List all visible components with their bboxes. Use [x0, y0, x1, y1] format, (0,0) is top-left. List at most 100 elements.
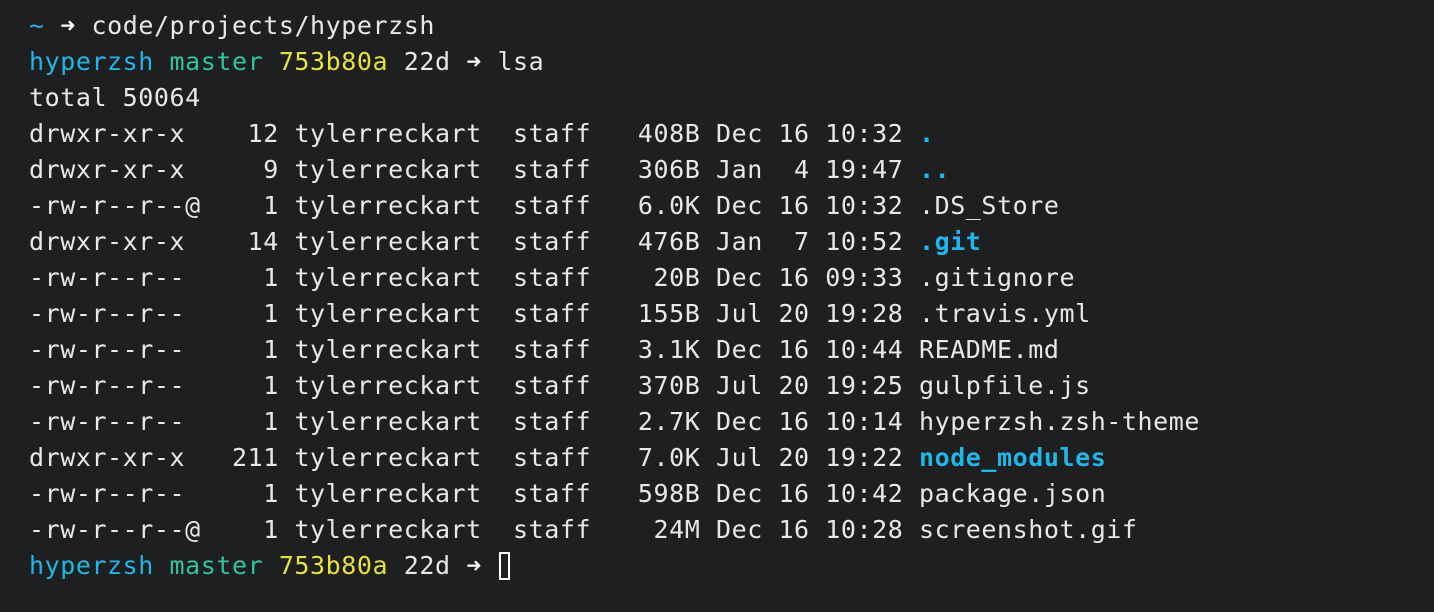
file-group: staff [513, 119, 592, 148]
file-size: 370B [622, 371, 701, 400]
file-size: 3.1K [622, 335, 701, 364]
listing-row: drwxr-xr-x 9 tylerreckart staff 306B Jan… [29, 152, 1434, 188]
text-cursor[interactable] [499, 552, 511, 580]
file-date: Dec 16 10:32 [716, 119, 904, 148]
file-name: README.md [918, 335, 1060, 364]
file-group: staff [513, 479, 592, 508]
file-link-count: 211 [231, 443, 279, 472]
file-permissions: drwxr-xr-x [29, 119, 201, 148]
file-name: .gitignore [918, 263, 1076, 292]
file-group: staff [513, 299, 592, 328]
file-owner: tylerreckart [294, 335, 482, 364]
file-group: staff [513, 191, 592, 220]
listing-row: -rw-r--r-- 1 tylerreckart staff 2.7K Dec… [29, 404, 1434, 440]
file-owner: tylerreckart [294, 227, 482, 256]
file-link-count: 1 [231, 299, 279, 328]
file-link-count: 1 [231, 191, 279, 220]
file-size: 20B [622, 263, 701, 292]
prompt-branch: master [169, 47, 264, 76]
file-owner: tylerreckart [294, 155, 482, 184]
listing-row: -rw-r--r-- 1 tylerreckart staff 370B Jul… [29, 368, 1434, 404]
file-name: . [918, 119, 935, 148]
file-owner: tylerreckart [294, 191, 482, 220]
file-size: 598B [622, 479, 701, 508]
file-owner: tylerreckart [294, 263, 482, 292]
listing-row: drwxr-xr-x 14 tylerreckart staff 476B Ja… [29, 224, 1434, 260]
command-prompt-line: hyperzsh master 753b80a 22d ➜ lsa [29, 44, 1434, 80]
listing-row: -rw-r--r--@ 1 tylerreckart staff 24M Dec… [29, 512, 1434, 548]
file-listing: drwxr-xr-x 12 tylerreckart staff 408B De… [29, 116, 1434, 548]
prompt-commit-hash: 753b80a [278, 47, 389, 76]
file-link-count: 1 [231, 515, 279, 544]
prompt-branch: master [169, 551, 264, 580]
listing-row: -rw-r--r-- 1 tylerreckart staff 3.1K Dec… [29, 332, 1434, 368]
file-date: Dec 16 10:44 [716, 335, 904, 364]
file-permissions: drwxr-xr-x [29, 227, 201, 256]
file-permissions: -rw-r--r-- [29, 407, 201, 436]
file-name: .travis.yml [918, 299, 1091, 328]
prompt-arrow-icon: ➜ [466, 47, 482, 76]
listing-row: drwxr-xr-x 12 tylerreckart staff 408B De… [29, 116, 1434, 152]
file-group: staff [513, 515, 592, 544]
file-group: staff [513, 407, 592, 436]
file-group: staff [513, 227, 592, 256]
file-date: Dec 16 10:32 [716, 191, 904, 220]
file-owner: tylerreckart [294, 479, 482, 508]
file-name: .. [918, 155, 951, 184]
file-permissions: -rw-r--r-- [29, 335, 201, 364]
file-permissions: -rw-r--r-- [29, 299, 201, 328]
file-group: staff [513, 155, 592, 184]
file-date: Jul 20 19:25 [716, 371, 904, 400]
file-date: Dec 16 10:14 [716, 407, 904, 436]
file-link-count: 1 [231, 335, 279, 364]
prompt-commit-hash: 753b80a [278, 551, 389, 580]
file-group: staff [513, 371, 592, 400]
prompt-repo: hyperzsh [29, 551, 154, 580]
file-owner: tylerreckart [294, 515, 482, 544]
home-tilde: ~ [29, 11, 45, 40]
file-permissions: -rw-r--r--@ [29, 515, 201, 544]
prompt-arrow-icon: ➜ [60, 11, 76, 40]
file-size: 155B [622, 299, 701, 328]
file-size: 408B [622, 119, 701, 148]
total-line: total 50064 [29, 83, 201, 112]
file-size: 2.7K [622, 407, 701, 436]
path-line: ~ ➜ code/projects/hyperzsh [29, 8, 1434, 44]
file-permissions: -rw-r--r--@ [29, 191, 201, 220]
file-link-count: 1 [231, 371, 279, 400]
file-permissions: drwxr-xr-x [29, 443, 201, 472]
file-owner: tylerreckart [294, 119, 482, 148]
file-link-count: 9 [231, 155, 279, 184]
listing-row: -rw-r--r-- 1 tylerreckart staff 155B Jul… [29, 296, 1434, 332]
file-permissions: -rw-r--r-- [29, 371, 201, 400]
prompt-commit-age: 22d [403, 551, 451, 580]
file-date: Jan 4 19:47 [716, 155, 904, 184]
file-name: .git [918, 227, 982, 256]
file-permissions: drwxr-xr-x [29, 155, 201, 184]
final-prompt-line[interactable]: hyperzsh master 753b80a 22d ➜ [29, 548, 1434, 584]
file-date: Dec 16 09:33 [716, 263, 904, 292]
file-size: 306B [622, 155, 701, 184]
file-size: 24M [622, 515, 701, 544]
terminal-window[interactable]: ~ ➜ code/projects/hyperzsh hyperzsh mast… [0, 0, 1434, 612]
listing-row: -rw-r--r-- 1 tylerreckart staff 598B Dec… [29, 476, 1434, 512]
file-name: screenshot.gif [918, 515, 1138, 544]
file-owner: tylerreckart [294, 371, 482, 400]
prompt-arrow-icon: ➜ [466, 551, 482, 580]
listing-row: drwxr-xr-x 211 tylerreckart staff 7.0K J… [29, 440, 1434, 476]
file-owner: tylerreckart [294, 299, 482, 328]
file-date: Jan 7 10:52 [716, 227, 904, 256]
file-date: Jul 20 19:22 [716, 443, 904, 472]
file-group: staff [513, 443, 592, 472]
file-date: Jul 20 19:28 [716, 299, 904, 328]
file-name: gulpfile.js [918, 371, 1091, 400]
file-owner: tylerreckart [294, 443, 482, 472]
file-link-count: 12 [231, 119, 279, 148]
file-name: package.json [918, 479, 1107, 508]
file-size: 7.0K [622, 443, 701, 472]
file-link-count: 14 [231, 227, 279, 256]
current-directory: code/projects/hyperzsh [91, 11, 435, 40]
file-owner: tylerreckart [294, 407, 482, 436]
file-group: staff [513, 335, 592, 364]
listing-row: -rw-r--r-- 1 tylerreckart staff 20B Dec … [29, 260, 1434, 296]
